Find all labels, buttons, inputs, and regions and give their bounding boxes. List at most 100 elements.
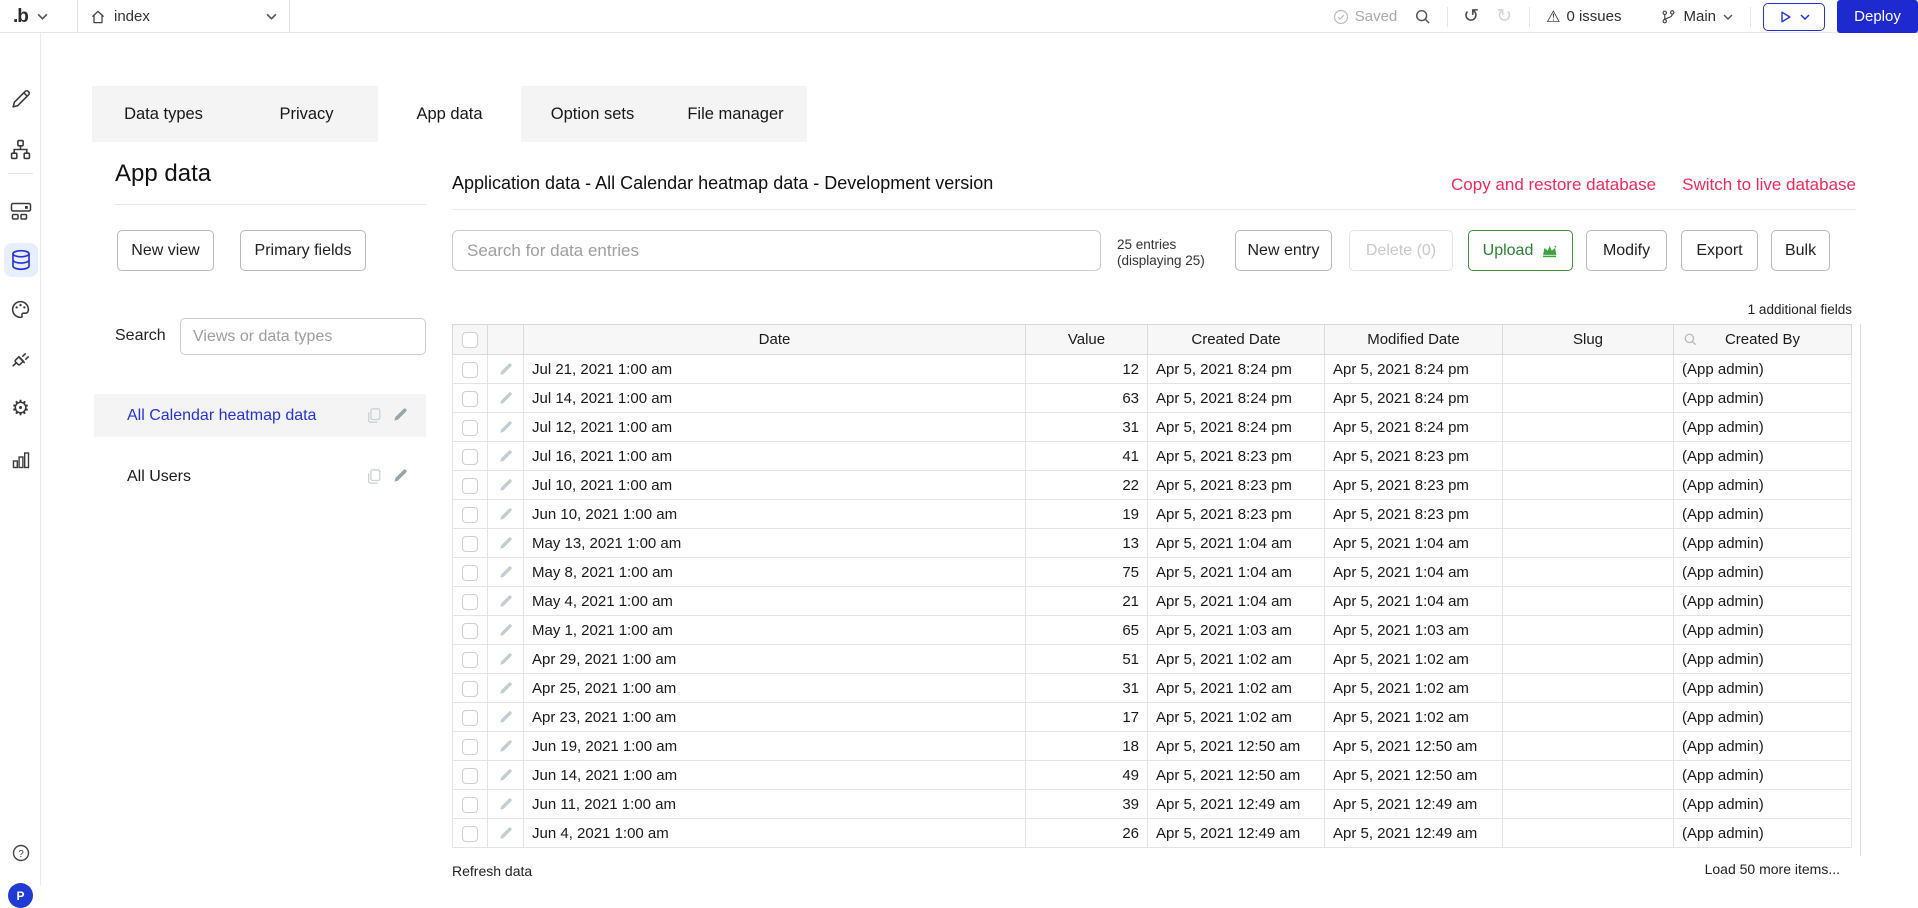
column-header-modified-date[interactable]: Modified Date	[1325, 325, 1503, 355]
upload-button[interactable]: Upload	[1468, 230, 1573, 271]
row-select-cell[interactable]	[453, 587, 488, 616]
row-checkbox[interactable]	[462, 652, 478, 668]
search-icon[interactable]	[1414, 8, 1432, 26]
help-icon[interactable]: ?	[0, 843, 41, 863]
cell-date[interactable]: Jul 10, 2021 1:00 am	[524, 471, 1026, 500]
edit-pencil-icon[interactable]	[392, 407, 408, 423]
cell-modified-date[interactable]: Apr 5, 2021 1:02 am	[1325, 674, 1503, 703]
cell-date[interactable]: May 4, 2021 1:00 am	[524, 587, 1026, 616]
cell-value[interactable]: 41	[1026, 442, 1148, 471]
cell-slug[interactable]	[1503, 558, 1674, 587]
cell-date[interactable]: Jun 11, 2021 1:00 am	[524, 790, 1026, 819]
cell-created-by[interactable]: (App admin)	[1674, 790, 1852, 819]
cell-created-date[interactable]: Apr 5, 2021 1:04 am	[1148, 529, 1325, 558]
cell-slug[interactable]	[1503, 355, 1674, 384]
cell-created-by[interactable]: (App admin)	[1674, 471, 1852, 500]
cell-modified-date[interactable]: Apr 5, 2021 12:50 am	[1325, 761, 1503, 790]
load-more-link[interactable]: Load 50 more items...	[1705, 861, 1840, 877]
edit-row-pencil-icon[interactable]	[498, 507, 513, 522]
cell-slug[interactable]	[1503, 819, 1674, 848]
cell-value[interactable]: 65	[1026, 616, 1148, 645]
edit-row-pencil-icon[interactable]	[498, 826, 513, 841]
design-pencil-icon[interactable]	[0, 89, 41, 110]
row-checkbox[interactable]	[462, 826, 478, 842]
cell-created-date[interactable]: Apr 5, 2021 1:02 am	[1148, 645, 1325, 674]
cell-modified-date[interactable]: Apr 5, 2021 8:23 pm	[1325, 471, 1503, 500]
cell-modified-date[interactable]: Apr 5, 2021 8:24 pm	[1325, 384, 1503, 413]
cell-value[interactable]: 63	[1026, 384, 1148, 413]
cell-value[interactable]: 19	[1026, 500, 1148, 529]
settings-gear-icon[interactable]: ⚙	[0, 398, 41, 419]
cell-date[interactable]: Jun 14, 2021 1:00 am	[524, 761, 1026, 790]
cell-modified-date[interactable]: Apr 5, 2021 1:04 am	[1325, 558, 1503, 587]
cell-modified-date[interactable]: Apr 5, 2021 1:04 am	[1325, 587, 1503, 616]
edit-row-pencil-icon[interactable]	[498, 710, 513, 725]
cell-slug[interactable]	[1503, 500, 1674, 529]
edit-row-pencil-icon[interactable]	[498, 623, 513, 638]
cell-modified-date[interactable]: Apr 5, 2021 12:49 am	[1325, 790, 1503, 819]
row-edit-cell[interactable]	[488, 529, 524, 558]
delete-button[interactable]: Delete (0)	[1349, 230, 1453, 271]
additional-fields-note[interactable]: 1 additional fields	[1748, 302, 1852, 317]
edit-row-pencil-icon[interactable]	[498, 797, 513, 812]
workflow-icon[interactable]	[0, 139, 41, 160]
edit-row-pencil-icon[interactable]	[498, 652, 513, 667]
cell-date[interactable]: Jul 21, 2021 1:00 am	[524, 355, 1026, 384]
row-checkbox[interactable]	[462, 507, 478, 523]
cell-created-by[interactable]: (App admin)	[1674, 587, 1852, 616]
cell-created-by[interactable]: (App admin)	[1674, 732, 1852, 761]
cell-created-date[interactable]: Apr 5, 2021 8:24 pm	[1148, 384, 1325, 413]
cell-created-by[interactable]: (App admin)	[1674, 703, 1852, 732]
select-all-header[interactable]	[453, 325, 488, 355]
cell-modified-date[interactable]: Apr 5, 2021 1:02 am	[1325, 703, 1503, 732]
cell-value[interactable]: 13	[1026, 529, 1148, 558]
cell-created-date[interactable]: Apr 5, 2021 8:24 pm	[1148, 355, 1325, 384]
cell-created-date[interactable]: Apr 5, 2021 8:24 pm	[1148, 413, 1325, 442]
row-checkbox[interactable]	[462, 739, 478, 755]
select-all-checkbox[interactable]	[462, 332, 478, 348]
cell-slug[interactable]	[1503, 616, 1674, 645]
column-header-value[interactable]: Value	[1026, 325, 1148, 355]
cell-modified-date[interactable]: Apr 5, 2021 1:03 am	[1325, 616, 1503, 645]
column-header-slug[interactable]: Slug	[1503, 325, 1674, 355]
row-edit-cell[interactable]	[488, 413, 524, 442]
row-edit-cell[interactable]	[488, 442, 524, 471]
row-edit-cell[interactable]	[488, 703, 524, 732]
modify-button[interactable]: Modify	[1586, 230, 1667, 271]
cell-created-by[interactable]: (App admin)	[1674, 442, 1852, 471]
row-select-cell[interactable]	[453, 500, 488, 529]
cell-value[interactable]: 26	[1026, 819, 1148, 848]
edit-row-pencil-icon[interactable]	[498, 594, 513, 609]
cell-created-date[interactable]: Apr 5, 2021 12:49 am	[1148, 819, 1325, 848]
cell-modified-date[interactable]: Apr 5, 2021 1:04 am	[1325, 529, 1503, 558]
new-entry-button[interactable]: New entry	[1235, 230, 1332, 271]
cell-slug[interactable]	[1503, 790, 1674, 819]
row-checkbox[interactable]	[462, 449, 478, 465]
copy-icon[interactable]	[366, 468, 382, 485]
edit-row-pencil-icon[interactable]	[498, 362, 513, 377]
cell-value[interactable]: 17	[1026, 703, 1148, 732]
row-checkbox[interactable]	[462, 536, 478, 552]
row-checkbox[interactable]	[462, 594, 478, 610]
cell-created-date[interactable]: Apr 5, 2021 8:23 pm	[1148, 471, 1325, 500]
edit-row-pencil-icon[interactable]	[498, 391, 513, 406]
cell-date[interactable]: Jul 14, 2021 1:00 am	[524, 384, 1026, 413]
cell-modified-date[interactable]: Apr 5, 2021 12:50 am	[1325, 732, 1503, 761]
cell-created-by[interactable]: (App admin)	[1674, 558, 1852, 587]
views-search-input[interactable]	[180, 318, 426, 355]
column-header-created-date[interactable]: Created Date	[1148, 325, 1325, 355]
cell-created-by[interactable]: (App admin)	[1674, 616, 1852, 645]
cell-slug[interactable]	[1503, 674, 1674, 703]
row-edit-cell[interactable]	[488, 616, 524, 645]
cell-slug[interactable]	[1503, 471, 1674, 500]
row-checkbox[interactable]	[462, 710, 478, 726]
styles-palette-icon[interactable]	[0, 299, 41, 320]
cell-date[interactable]: May 1, 2021 1:00 am	[524, 616, 1026, 645]
cell-created-date[interactable]: Apr 5, 2021 12:50 am	[1148, 732, 1325, 761]
row-edit-cell[interactable]	[488, 500, 524, 529]
row-edit-cell[interactable]	[488, 790, 524, 819]
search-icon[interactable]	[1683, 332, 1698, 347]
row-checkbox[interactable]	[462, 797, 478, 813]
cell-slug[interactable]	[1503, 413, 1674, 442]
row-edit-cell[interactable]	[488, 645, 524, 674]
